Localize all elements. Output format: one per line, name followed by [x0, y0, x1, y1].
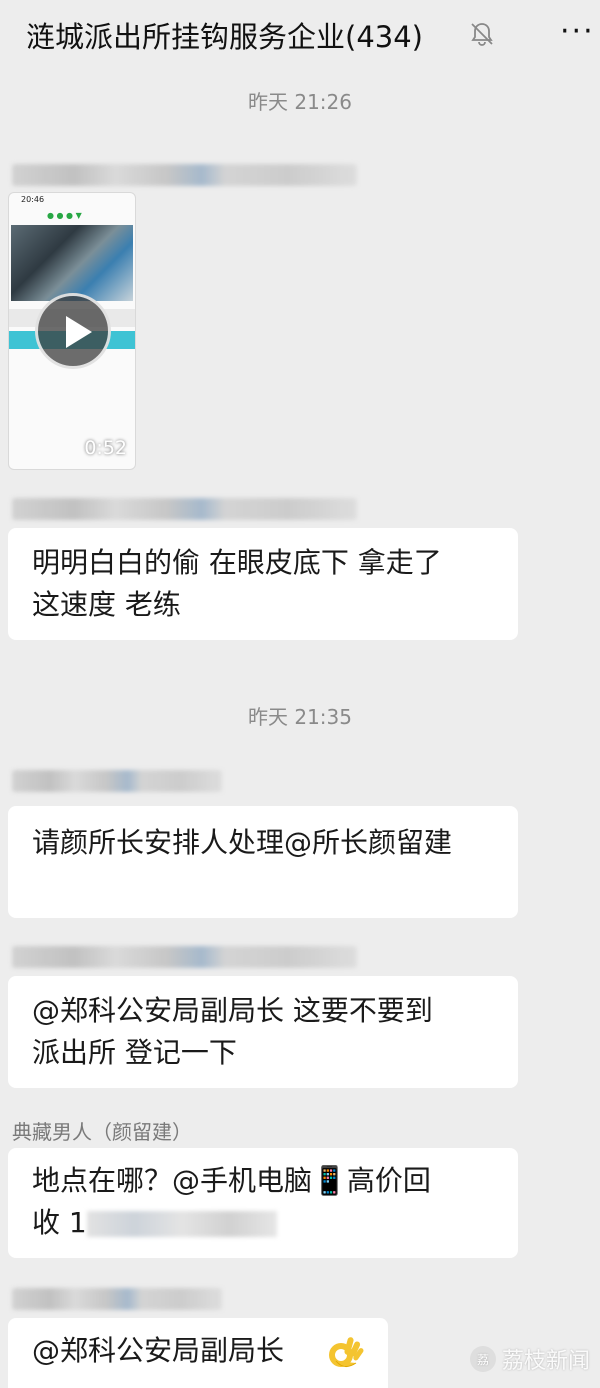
- timestamp: 昨天 21:35: [248, 705, 352, 729]
- ok-hand-emoji-icon: [329, 1337, 364, 1367]
- message-bubble[interactable]: @郑科公安局副局长 这要不要到 派出所 登记一下: [8, 976, 518, 1088]
- video-duration: 0:52: [84, 437, 127, 459]
- message-bubble[interactable]: 地点在哪？@手机电脑📱高价回 收 1: [8, 1148, 518, 1258]
- news-watermark: 荔 荔枝新闻: [470, 1343, 590, 1375]
- video-camera-frame: [11, 225, 133, 301]
- message-line: 明明白白的偷 在眼皮底下 拿走了: [32, 546, 442, 579]
- video-status-bar: 20:46: [21, 195, 45, 204]
- message-bubble[interactable]: 明明白白的偷 在眼皮底下 拿走了 这速度 老练: [8, 528, 518, 640]
- message-text: @郑科公安局副局长: [32, 1334, 285, 1367]
- message-line: 收 1: [32, 1202, 494, 1244]
- video-app-bar: ● ● ● ▼: [47, 211, 82, 220]
- chat-title[interactable]: 涟城派出所挂钩服务企业(434): [26, 14, 423, 56]
- chat-header: 涟城派出所挂钩服务企业(434) ···: [0, 0, 600, 72]
- watermark-logo-icon: 荔: [470, 1346, 496, 1372]
- sender-name-blurred: [12, 1288, 222, 1310]
- message-line: 派出所 登记一下: [32, 1036, 237, 1069]
- sender-name-blurred: [12, 946, 357, 968]
- message-text: 收 1: [32, 1206, 87, 1239]
- more-button[interactable]: ···: [560, 17, 595, 47]
- message-line: @郑科公安局副局长 这要不要到: [32, 994, 433, 1027]
- message-line: 请颜所长安排人处理@所长颜留建: [32, 826, 453, 859]
- message-line: 地点在哪？@手机电脑📱高价回: [32, 1164, 431, 1197]
- watermark-text: 荔枝新闻: [502, 1349, 591, 1374]
- phone-number-blurred: [86, 1211, 277, 1237]
- timestamp: 昨天 21:26: [248, 90, 352, 114]
- sender-name-blurred: [12, 770, 222, 792]
- message-bubble[interactable]: 请颜所长安排人处理@所长颜留建: [8, 806, 518, 918]
- message-line: 这速度 老练: [32, 588, 181, 621]
- sender-name[interactable]: 典藏男人（颜留建）: [12, 1116, 192, 1145]
- sender-name-blurred: [12, 498, 357, 520]
- play-icon[interactable]: [35, 293, 111, 369]
- bell-slash-icon: [471, 23, 493, 46]
- video-message[interactable]: 20:46 ● ● ● ▼ 0:52: [8, 192, 136, 470]
- sender-name-blurred: [12, 164, 357, 186]
